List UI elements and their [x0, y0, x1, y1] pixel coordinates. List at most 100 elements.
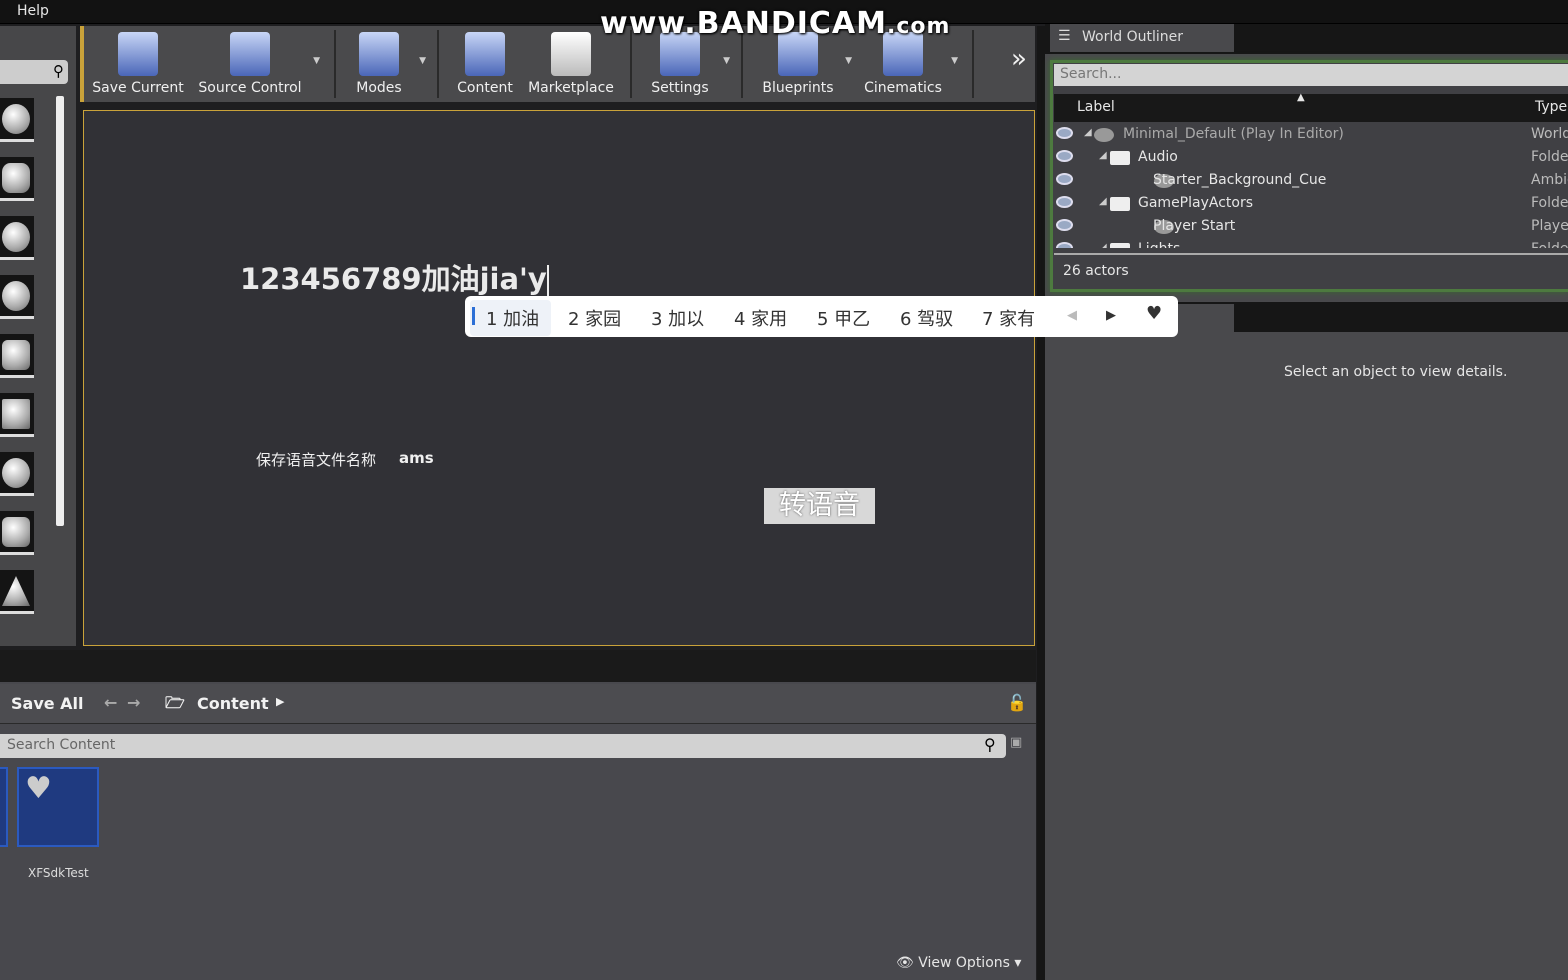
view-options-button[interactable]: 👁 View Options ▾	[896, 955, 1021, 971]
content-browser-toolbar: Save All ← → 🗁 Content ▶ 🔓	[0, 684, 1036, 724]
tab-details[interactable]	[1178, 304, 1234, 332]
source-control-button[interactable]: Source Control ▼	[194, 26, 320, 102]
outliner-search-input[interactable]: Search...	[1054, 64, 1568, 86]
back-arrow-icon[interactable]: ←	[104, 693, 117, 712]
ime-prev-page-icon[interactable]: ◀	[1067, 308, 1077, 323]
ime-favorite-icon[interactable]: ♥	[1146, 303, 1162, 324]
visibility-eye-icon[interactable]	[1056, 150, 1073, 162]
outliner-row[interactable]: Starter_Background_Cue AmbientSound	[1054, 170, 1568, 193]
ime-candidate[interactable]: 3 加以	[651, 305, 704, 331]
heart-icon: ♥	[25, 771, 52, 806]
content-icon	[465, 32, 505, 76]
outliner-footer-gap	[1054, 255, 1568, 263]
outliner-row[interactable]: ◢ Audio Folder	[1054, 147, 1568, 170]
path-content[interactable]: Content	[197, 694, 269, 713]
text-input[interactable]: 123456789加油jia'y	[240, 256, 549, 298]
details-empty-message: Select an object to view details.	[1284, 364, 1508, 380]
asset-tile[interactable]	[0, 767, 8, 847]
menu-help[interactable]: Help	[17, 3, 49, 19]
visibility-eye-icon[interactable]	[1056, 242, 1073, 248]
ime-candidate[interactable]: 7 家有	[982, 305, 1035, 331]
ime-next-page-icon[interactable]: ▶	[1106, 308, 1116, 323]
expand-triangle-icon[interactable]: ◢	[1084, 127, 1092, 138]
row-label: Minimal_Default (Play In Editor)	[1123, 126, 1344, 142]
chevron-down-icon[interactable]: ▼	[951, 56, 958, 66]
place-item-cylinder[interactable]	[0, 511, 34, 555]
list-icon: ☰	[1058, 28, 1071, 44]
row-label: Lights	[1138, 241, 1180, 248]
toolbar-overflow-button[interactable]: »	[1008, 44, 1030, 84]
source-control-icon	[230, 32, 270, 76]
place-scrollbar[interactable]	[56, 96, 64, 526]
save-icon	[118, 32, 158, 76]
row-label: Audio	[1138, 149, 1178, 165]
marketplace-icon	[551, 32, 591, 76]
chevron-down-icon[interactable]: ▼	[419, 56, 426, 66]
chevron-down-icon[interactable]: ▼	[845, 56, 852, 66]
eye-icon: 👁	[896, 955, 919, 971]
forward-arrow-icon[interactable]: →	[127, 693, 140, 712]
folder-icon: 🗁	[165, 693, 185, 712]
lock-icon[interactable]: 🔓	[1007, 693, 1027, 712]
world-icon	[1094, 128, 1114, 142]
visibility-eye-icon[interactable]	[1056, 173, 1073, 185]
outliner-row[interactable]: ◢ GamePlayActors Folder	[1054, 193, 1568, 216]
expand-triangle-icon[interactable]: ◢	[1099, 196, 1107, 207]
column-label[interactable]: Label	[1077, 99, 1115, 115]
outliner-row[interactable]: ◢ Lights Folder	[1054, 239, 1568, 248]
ime-candidate-window: 1 加油 2 家园 3 加以 4 家用 5 甲乙 6 驾驭 7 家有 ◀ ▶ ♥	[465, 296, 1178, 337]
text-caret	[546, 265, 549, 297]
expand-triangle-icon[interactable]: ◢	[1099, 242, 1107, 248]
sort-ascending-icon: ▲	[1297, 92, 1305, 103]
tab-world-outliner[interactable]: ☰ World Outliner	[1050, 24, 1234, 52]
place-item-cube[interactable]	[0, 393, 34, 437]
convert-to-speech-button[interactable]: 转语音	[764, 488, 875, 524]
search-icon[interactable]: ⚲	[984, 735, 996, 754]
folder-icon	[1110, 243, 1130, 248]
place-item-sphere[interactable]	[0, 98, 34, 142]
save-filename-label: 保存语音文件名称	[256, 451, 377, 469]
visibility-eye-icon[interactable]	[1056, 127, 1073, 139]
game-viewport[interactable]	[83, 110, 1035, 646]
ime-candidate[interactable]: 4 家用	[734, 305, 787, 331]
row-type: World	[1531, 126, 1568, 142]
place-item-character[interactable]	[0, 157, 34, 201]
ime-candidate[interactable]: 6 驾驭	[900, 305, 953, 331]
folder-icon	[1110, 151, 1130, 165]
row-type: Folder	[1531, 241, 1568, 248]
asset-name: XFSdkTest	[28, 866, 89, 880]
asset-tile-xfsdktest[interactable]: ♥	[17, 767, 99, 847]
chevron-down-icon[interactable]: ▼	[313, 56, 320, 66]
actor-count: 26 actors	[1063, 263, 1129, 279]
ime-candidate[interactable]: 5 甲乙	[817, 305, 870, 331]
chevron-down-icon[interactable]: ▼	[723, 56, 730, 66]
place-item-cone[interactable]	[0, 570, 34, 614]
ime-candidate[interactable]: 1 加油	[470, 300, 552, 336]
place-search-input[interactable]: ⚲	[0, 60, 68, 84]
ime-candidate[interactable]: 2 家园	[568, 305, 621, 331]
outliner-row[interactable]: ◢ Minimal_Default (Play In Editor) World	[1054, 124, 1568, 147]
panel-splitter[interactable]	[1037, 26, 1045, 980]
row-type: PlayerStart	[1531, 218, 1568, 234]
modes-icon	[359, 32, 399, 76]
visibility-eye-icon[interactable]	[1056, 219, 1073, 231]
save-search-icon[interactable]: ▣	[1010, 735, 1022, 750]
content-search-input[interactable]: Search Content	[0, 734, 1006, 758]
save-all-button[interactable]: Save All	[11, 694, 84, 713]
content-button[interactable]: Content	[452, 26, 518, 102]
save-filename-input[interactable]: ams	[399, 449, 434, 467]
place-item-pawn[interactable]	[0, 216, 34, 260]
modes-button[interactable]: Modes ▼	[346, 26, 426, 102]
outliner-row[interactable]: Player Start PlayerStart	[1054, 216, 1568, 239]
place-item-controller[interactable]	[0, 334, 34, 378]
save-current-button[interactable]: Save Current	[90, 26, 186, 102]
path-chevron-icon[interactable]: ▶	[276, 695, 284, 708]
place-item-sphere-2[interactable]	[0, 452, 34, 496]
row-label: GamePlayActors	[1138, 195, 1254, 211]
visibility-eye-icon[interactable]	[1056, 196, 1073, 208]
place-item-light[interactable]	[0, 275, 34, 319]
expand-triangle-icon[interactable]: ◢	[1099, 150, 1107, 161]
folder-icon	[1110, 197, 1130, 211]
column-type[interactable]: Type	[1535, 99, 1567, 115]
row-label: Player Start	[1153, 218, 1236, 234]
